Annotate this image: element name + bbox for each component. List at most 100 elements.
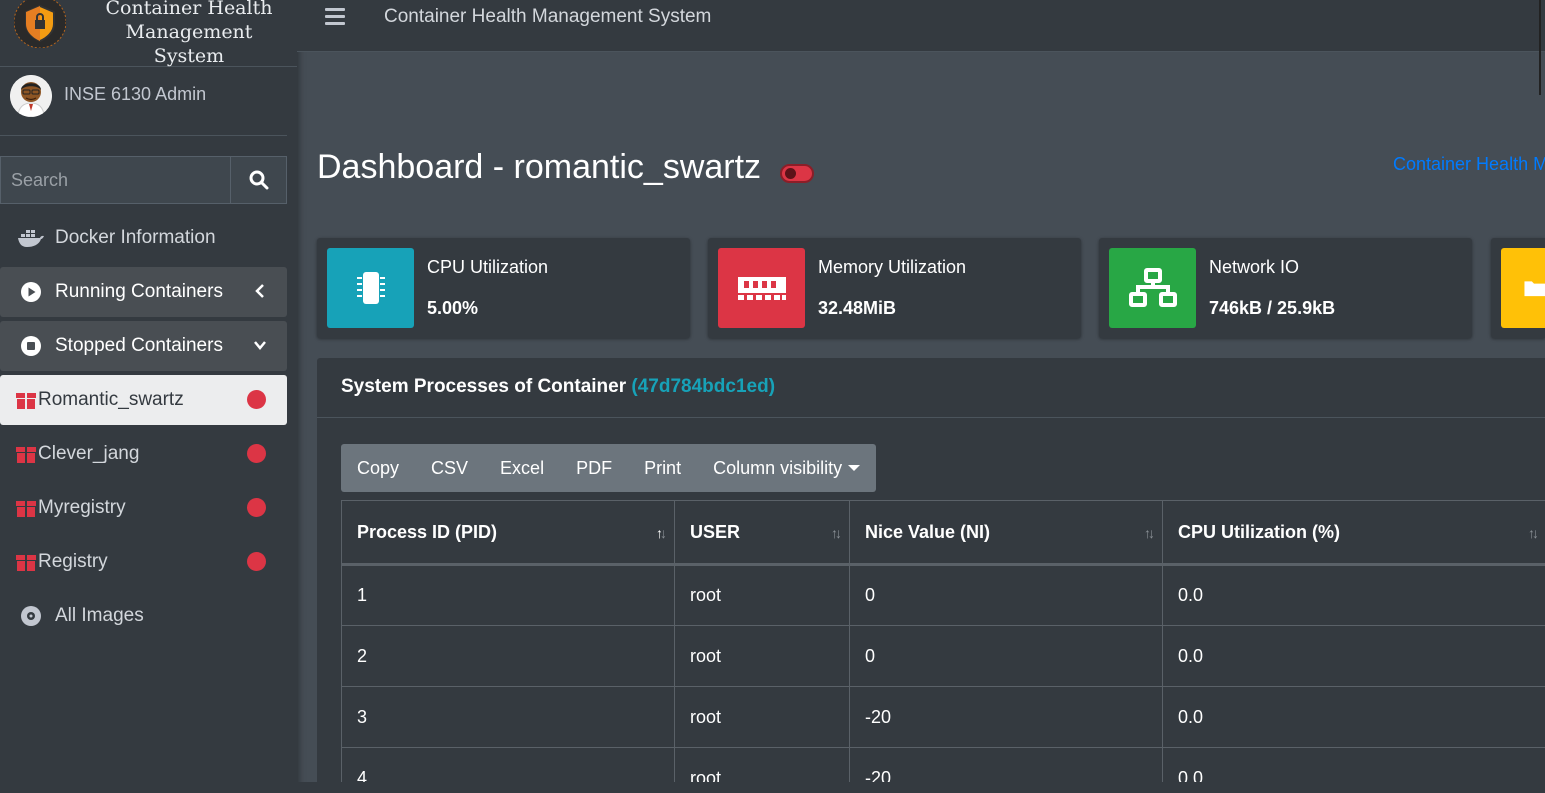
table-row[interactable]: 1 root 0 0.0 — [341, 564, 1545, 626]
table-row[interactable]: 2 root 0 0.0 — [341, 625, 1545, 687]
cell-pid: 3 — [341, 686, 675, 748]
cell-nice: 0 — [849, 564, 1163, 626]
avatar — [10, 75, 52, 117]
status-dot-stopped — [247, 552, 266, 571]
info-box-label: CPU Utilization — [427, 257, 549, 277]
cell-pid: 2 — [341, 625, 675, 687]
info-box-label: Memory Utilization — [818, 257, 967, 277]
horizontal-scrollbar[interactable] — [297, 782, 1545, 793]
breadcrumb[interactable]: Container Health M — [1393, 154, 1545, 175]
sidebar-item-label: Stopped Containers — [55, 335, 223, 356]
sidebar-item-docker-information[interactable]: Docker Information — [0, 213, 287, 263]
column-header-label: Process ID (PID) — [357, 521, 498, 542]
cpu-utilization-box: CPU Utilization 5.00% — [317, 238, 690, 338]
info-box-value: 746kB / 25.9kB — [1209, 298, 1336, 318]
sidebar-item-romantic-swartz[interactable]: Romantic_swartz — [0, 375, 287, 425]
column-visibility-button[interactable]: Column visibility — [697, 444, 876, 492]
box-icon — [12, 389, 40, 411]
table-row[interactable]: 3 root -20 0.0 — [341, 686, 1545, 748]
shield-logo-icon — [14, 0, 66, 48]
sidebar-item-stopped-containers[interactable]: Stopped Containers — [0, 321, 287, 371]
cell-user: root — [674, 686, 850, 748]
microchip-icon — [327, 248, 414, 328]
copy-button[interactable]: Copy — [341, 444, 415, 492]
column-header-pid[interactable]: Process ID (PID) ↑↓ — [341, 500, 675, 566]
status-dot-stopped — [247, 498, 266, 517]
container-power-toggle[interactable] — [780, 164, 814, 183]
sidebar-item-registry[interactable]: Registry — [0, 537, 287, 587]
disc-icon — [17, 605, 45, 627]
sort-icon: ↑↓ — [1144, 525, 1155, 541]
search-input[interactable] — [0, 156, 230, 204]
scrollbar[interactable] — [1539, 0, 1541, 95]
sidebar-item-label: Clever_jang — [38, 443, 140, 464]
sidebar-item-label: Registry — [38, 551, 108, 572]
column-header-label: CPU Utilization (%) — [1178, 521, 1340, 542]
sidebar-item-all-images[interactable]: All Images — [0, 591, 287, 641]
brand-line-2: Management System — [125, 21, 253, 67]
sort-asc-icon: ↑↓ — [656, 525, 667, 541]
folder-icon — [1501, 248, 1545, 328]
brand[interactable]: Container Health Management System — [0, 0, 297, 67]
chevron-left-icon — [255, 284, 264, 298]
column-header-user[interactable]: USER ↑↓ — [674, 500, 850, 566]
sidebar-item-clever-jang[interactable]: Clever_jang — [0, 429, 287, 479]
column-header-label: USER — [690, 521, 741, 542]
search-button[interactable] — [230, 156, 287, 204]
navbar-title[interactable]: Container Health Management System — [384, 6, 711, 28]
excel-button[interactable]: Excel — [484, 444, 560, 492]
box-icon — [12, 551, 40, 573]
user-name[interactable]: INSE 6130 Admin — [64, 84, 206, 105]
pdf-button[interactable]: PDF — [560, 444, 628, 492]
caret-down-icon — [848, 465, 861, 471]
system-processes-card: System Processes of Container (47d784bdc… — [317, 358, 1545, 793]
storage-box — [1491, 238, 1545, 338]
brand-line-1: Container Health — [105, 0, 273, 19]
column-header-label: Nice Value (NI) — [865, 521, 991, 542]
column-visibility-label: Column visibility — [713, 457, 843, 478]
card-title-text: System Processes of Container — [341, 376, 627, 397]
cell-pid: 1 — [341, 564, 675, 626]
sidebar-item-myregistry[interactable]: Myregistry — [0, 483, 287, 533]
chevron-down-icon — [254, 341, 266, 350]
sidebar-item-label: Romantic_swartz — [38, 389, 184, 410]
processes-table: Process ID (PID) ↑↓ USER ↑↓ Nice Value (NI… — [341, 500, 1545, 793]
top-navbar: Container Health Management System — [297, 0, 1545, 95]
status-dot-stopped — [247, 444, 266, 463]
cell-cpu: 0.0 — [1162, 686, 1545, 748]
stop-circle-icon — [17, 335, 45, 357]
sidebar-search — [0, 156, 287, 204]
memory-utilization-box: Memory Utilization 32.48MiB — [708, 238, 1081, 338]
menu-toggle-icon[interactable] — [325, 8, 345, 26]
container-id: (47d784bdc1ed) — [631, 376, 776, 397]
info-box-label: Network IO — [1209, 257, 1300, 277]
sidebar-item-label: All Images — [55, 605, 144, 626]
cell-cpu: 0.0 — [1162, 625, 1545, 687]
sidebar-item-running-containers[interactable]: Running Containers — [0, 267, 287, 317]
box-icon — [12, 497, 40, 519]
cell-cpu: 0.0 — [1162, 564, 1545, 626]
sort-icon: ↑↓ — [831, 525, 842, 541]
docker-icon — [17, 227, 45, 249]
cell-user: root — [674, 625, 850, 687]
print-button[interactable]: Print — [628, 444, 697, 492]
column-header-cpu[interactable]: CPU Utilization (%) ↑↓ — [1162, 500, 1545, 566]
sidebar-item-label: Docker Information — [55, 227, 216, 248]
sidebar-item-label: Myregistry — [38, 497, 126, 518]
sort-icon: ↑↓ — [1528, 525, 1539, 541]
csv-button[interactable]: CSV — [415, 444, 484, 492]
play-circle-icon — [17, 281, 45, 303]
info-box-value: 32.48MiB — [818, 298, 897, 318]
card-title: System Processes of Container (47d784bdc… — [341, 376, 775, 398]
sidebar-nav: Docker Information Running Containers St… — [0, 213, 287, 645]
cell-nice: 0 — [849, 625, 1163, 687]
export-button-group: Copy CSV Excel PDF Print Column visibili… — [341, 444, 877, 492]
column-header-nice[interactable]: Nice Value (NI) ↑↓ — [849, 500, 1163, 566]
table-header-row: Process ID (PID) ↑↓ USER ↑↓ Nice Value (NI… — [341, 500, 1545, 566]
memory-icon — [718, 248, 805, 328]
info-box-value: 5.00% — [427, 298, 479, 318]
page-title: Dashboard - romantic_swartz — [317, 148, 762, 186]
user-panel[interactable]: INSE 6130 Admin — [0, 67, 287, 136]
brand-title: Container Health Management System — [94, 0, 284, 68]
network-icon — [1109, 248, 1196, 328]
